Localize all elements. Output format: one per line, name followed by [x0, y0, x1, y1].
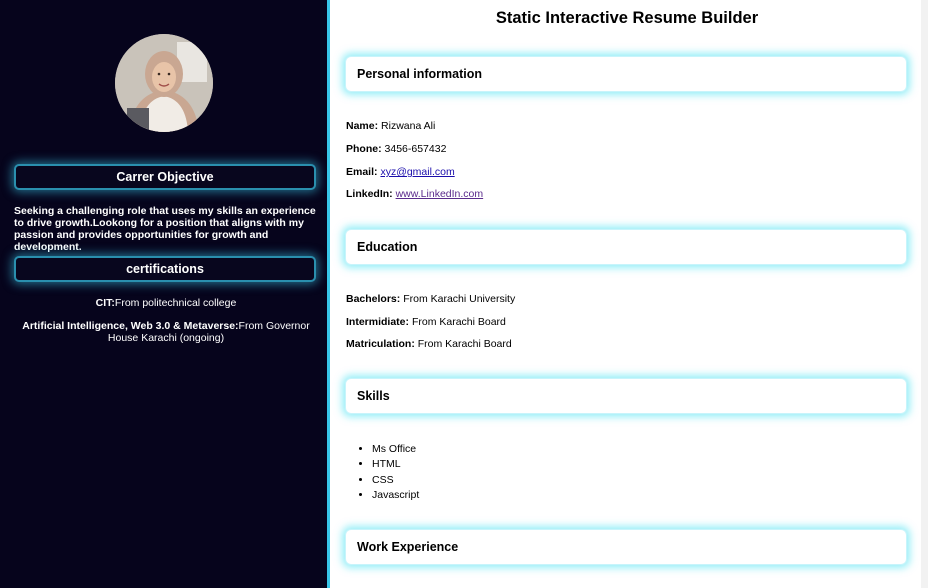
- education-row: Bachelors: From Karachi University: [346, 293, 515, 306]
- education-value: From Karachi University: [403, 293, 516, 305]
- name-label: Name:: [346, 120, 379, 132]
- name-row: Name: Rizwana Ali: [346, 120, 435, 133]
- skill-item: HTML: [372, 457, 419, 472]
- phone-value: 3456-657432: [384, 143, 447, 155]
- certification-detail: From politechnical college: [114, 297, 237, 309]
- education-label: Bachelors:: [346, 293, 401, 305]
- education-value: From Karachi Board: [411, 316, 506, 328]
- linkedin-label: LinkedIn:: [346, 188, 393, 200]
- phone-row: Phone: 3456-657432: [346, 143, 446, 156]
- sidebar: Carrer Objective Seeking a challenging r…: [0, 0, 330, 588]
- work-experience-heading: Work Experience: [345, 529, 907, 565]
- email-label: Email:: [346, 166, 378, 178]
- linkedin-link[interactable]: www.LinkedIn.com: [396, 188, 484, 200]
- name-value: Rizwana Ali: [381, 120, 436, 132]
- skills-list: Ms Office HTML CSS Javascript: [346, 442, 419, 503]
- certification-title: CIT:: [95, 297, 115, 309]
- email-row: Email: xyz@gmail.com: [346, 166, 455, 179]
- skill-item: Javascript: [372, 488, 419, 503]
- scrollbar[interactable]: [921, 0, 928, 588]
- certification-item: Artificial Intelligence, Web 3.0 & Metav…: [14, 320, 318, 344]
- education-value: From Karachi Board: [417, 338, 512, 350]
- avatar: [115, 34, 213, 132]
- email-link[interactable]: xyz@gmail.com: [380, 166, 454, 178]
- education-heading: Education: [345, 229, 907, 265]
- education-row: Intermidiate: From Karachi Board: [346, 316, 506, 329]
- linkedin-row: LinkedIn: www.LinkedIn.com: [346, 188, 483, 201]
- profile-photo-icon: [115, 34, 213, 132]
- page-title: Static Interactive Resume Builder: [495, 9, 759, 27]
- certification-title: Artificial Intelligence, Web 3.0 & Metav…: [22, 320, 239, 332]
- education-row: Matriculation: From Karachi Board: [346, 338, 512, 351]
- skill-item: CSS: [372, 473, 419, 488]
- phone-label: Phone:: [346, 143, 382, 155]
- objective-text: Seeking a challenging role that uses my …: [14, 205, 316, 253]
- personal-info-heading: Personal information: [345, 56, 907, 92]
- education-label: Intermidiate:: [346, 316, 410, 328]
- certifications-heading: certifications: [14, 256, 316, 282]
- skills-heading: Skills: [345, 378, 907, 414]
- education-label: Matriculation:: [346, 338, 415, 350]
- main-content: Static Interactive Resume Builder Person…: [333, 0, 928, 588]
- certification-item: CIT:From politechnical college: [14, 297, 318, 309]
- skill-item: Ms Office: [372, 442, 419, 457]
- objective-heading: Carrer Objective: [14, 164, 316, 190]
